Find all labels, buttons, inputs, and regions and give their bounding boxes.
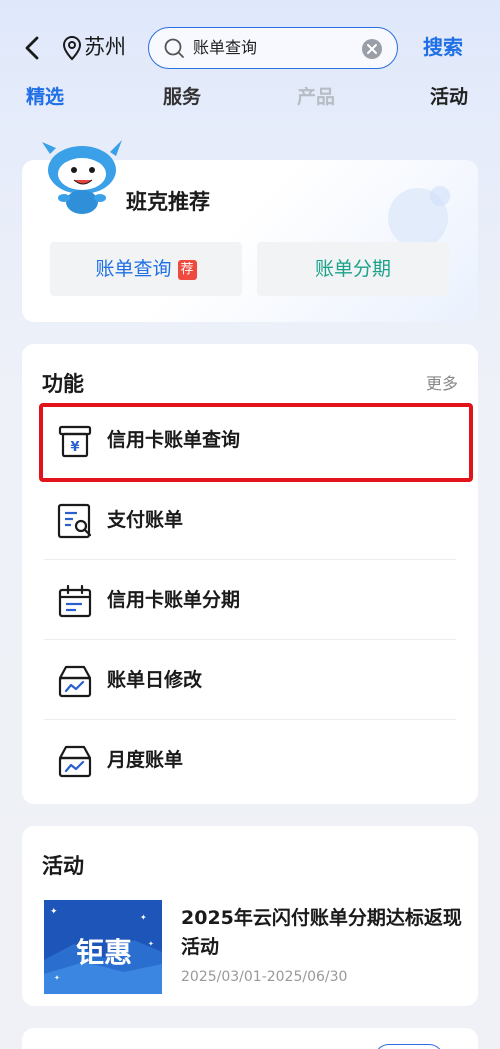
next-card-pill-button[interactable] — [374, 1044, 444, 1049]
city-selector[interactable]: 苏州 — [84, 33, 126, 61]
recommend-bill-installment-button[interactable]: 账单分期 — [257, 242, 449, 296]
recommend-bill-query-label: 账单查询 — [95, 258, 172, 280]
search-input[interactable]: 账单查询 — [148, 27, 398, 69]
activity-card: 活动 ✦ ✦ ✦ ✦ 钜惠 2025年云闪付账单分期达标返现活动 2025/03… — [22, 826, 478, 1006]
box-chart-icon — [58, 745, 92, 778]
back-arrow-icon — [25, 36, 39, 60]
functions-more-link[interactable]: 更多 — [426, 373, 458, 395]
svg-text:✦: ✦ — [148, 940, 154, 948]
search-icon — [163, 37, 185, 59]
location-pin-icon[interactable] — [62, 35, 82, 61]
svg-text:✦: ✦ — [140, 913, 147, 922]
recommend-bill-query-button[interactable]: 账单查询荐 — [50, 242, 242, 296]
recommend-bill-installment-label: 账单分期 — [314, 258, 391, 280]
clear-icon[interactable] — [361, 38, 383, 60]
header: 苏州 账单查询 搜索 精选 服务 产品 活动 — [0, 0, 500, 130]
activity-banner-image[interactable]: ✦ ✦ ✦ ✦ 钜惠 — [44, 900, 162, 994]
calendar-icon — [58, 584, 92, 618]
search-input-value: 账单查询 — [193, 38, 258, 57]
recommend-title: 班克推荐 — [126, 190, 210, 214]
tab-services[interactable]: 服务 — [163, 84, 201, 110]
search-button[interactable]: 搜索 — [423, 34, 463, 60]
function-item-payment-bill[interactable]: 支付账单 — [44, 480, 456, 560]
decorative-bubble-icon — [388, 186, 450, 248]
back-button[interactable] — [18, 33, 48, 63]
tab-featured[interactable]: 精选 — [26, 84, 64, 110]
function-item-credit-card-installment[interactable]: 信用卡账单分期 — [44, 560, 456, 640]
recommend-card: 班克推荐 账单查询荐 账单分期 — [22, 140, 478, 322]
highlight-box — [39, 403, 473, 482]
function-item-label: 支付账单 — [107, 509, 184, 531]
bill-search-icon — [57, 503, 92, 539]
svg-text:✦: ✦ — [50, 907, 58, 917]
activity-date: 2025/03/01-2025/06/30 — [181, 969, 348, 985]
function-item-monthly-bill[interactable]: 月度账单 — [44, 720, 456, 800]
function-item-label: 账单日修改 — [107, 669, 203, 691]
function-item-label: 月度账单 — [107, 749, 184, 771]
activity-banner-text: 钜惠 — [76, 936, 132, 969]
mascot-icon — [42, 140, 122, 214]
function-item-billing-date-change[interactable]: 账单日修改 — [44, 640, 456, 720]
activity-name[interactable]: 2025年云闪付账单分期达标返现活动 — [181, 904, 466, 962]
functions-title: 功能 — [42, 372, 84, 396]
function-item-label: 信用卡账单分期 — [107, 589, 241, 611]
next-card — [22, 1028, 478, 1049]
box-chart-icon — [58, 665, 92, 698]
tab-products[interactable]: 产品 — [297, 84, 335, 110]
svg-text:✦: ✦ — [54, 974, 60, 982]
recommend-badge: 荐 — [177, 260, 197, 280]
activity-title: 活动 — [42, 854, 84, 878]
tab-activities[interactable]: 活动 — [430, 84, 468, 110]
